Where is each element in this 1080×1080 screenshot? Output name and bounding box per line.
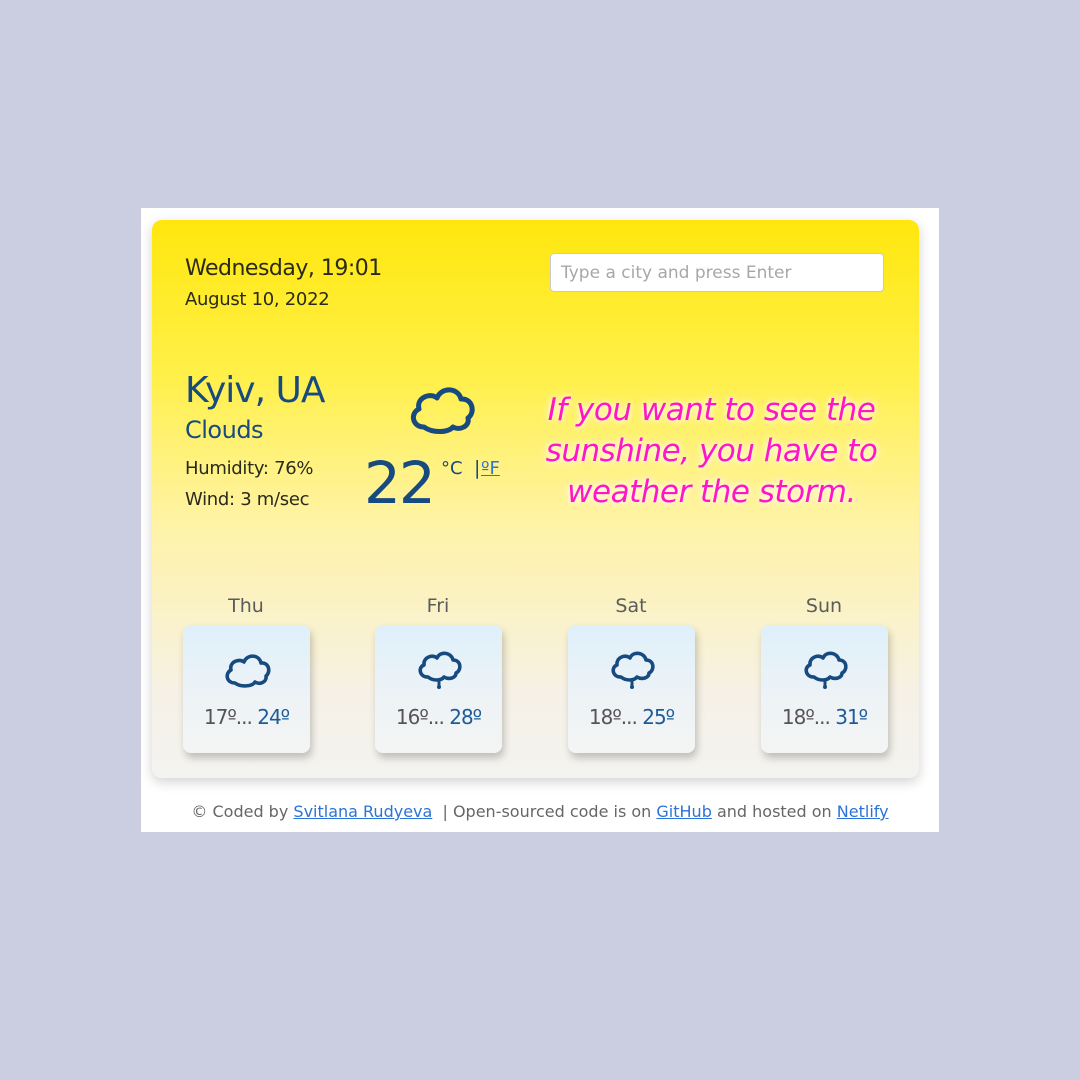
weather-card: Wednesday, 19:01 August 10, 2022 Kyiv, U… [152,220,919,778]
rain-cloud-icon [418,651,462,689]
author-link[interactable]: Svitlana Rudyeva [293,802,432,821]
cloud-icon [410,387,475,434]
celsius-unit[interactable]: °C [441,458,463,479]
forecast-max-temp: 28º [449,705,482,729]
forecast-day-sun: Sun [805,595,843,617]
app-frame: Wednesday, 19:01 August 10, 2022 Kyiv, U… [141,208,939,832]
current-temperature: 22 [364,449,436,517]
footer: © Coded by Svitlana Rudyeva | Open-sourc… [141,802,939,821]
weather-description: Clouds [185,416,264,444]
rain-cloud-icon [804,651,848,689]
current-date: August 10, 2022 [185,289,330,310]
forecast-day-thu: Thu [228,595,264,617]
forecast-min-temp: 18º... [781,705,831,729]
forecast-max-temp: 25º [642,705,675,729]
footer-hosted: and hosted on [716,802,832,821]
netlify-link[interactable]: Netlify [837,802,889,821]
unit-separator: | [474,457,481,479]
rain-cloud-icon [611,651,655,689]
forecast-min-temp: 16º... [395,705,445,729]
forecast-min-temp: 17º... [203,705,253,729]
github-link[interactable]: GitHub [656,802,711,821]
forecast-card-fri: 16º... 28º [375,625,502,753]
fahrenheit-link[interactable]: ºF [481,458,500,479]
forecast-card-sun: 18º... 31º [761,625,888,753]
humidity-value: Humidity: 76% [185,458,314,479]
footer-middle: | Open-sourced code is on [442,802,652,821]
forecast-max-temp: 31º [835,705,868,729]
cloud-icon [225,654,271,688]
forecast-day-sat: Sat [615,595,647,617]
city-name: Kyiv, UA [185,370,325,411]
forecast-card-thu: 17º... 24º [183,625,310,753]
wind-value: Wind: 3 m/sec [185,489,310,510]
forecast-day-fri: Fri [426,595,450,617]
city-search-input[interactable] [550,253,884,292]
weather-quote: If you want to see the sunshine, you hav… [545,392,878,510]
forecast-max-temp: 24º [257,705,290,729]
forecast-min-temp: 18º... [588,705,638,729]
forecast-card-sat: 18º... 25º [568,625,695,753]
footer-prefix: © Coded by [191,802,289,821]
current-day-time: Wednesday, 19:01 [185,256,382,281]
